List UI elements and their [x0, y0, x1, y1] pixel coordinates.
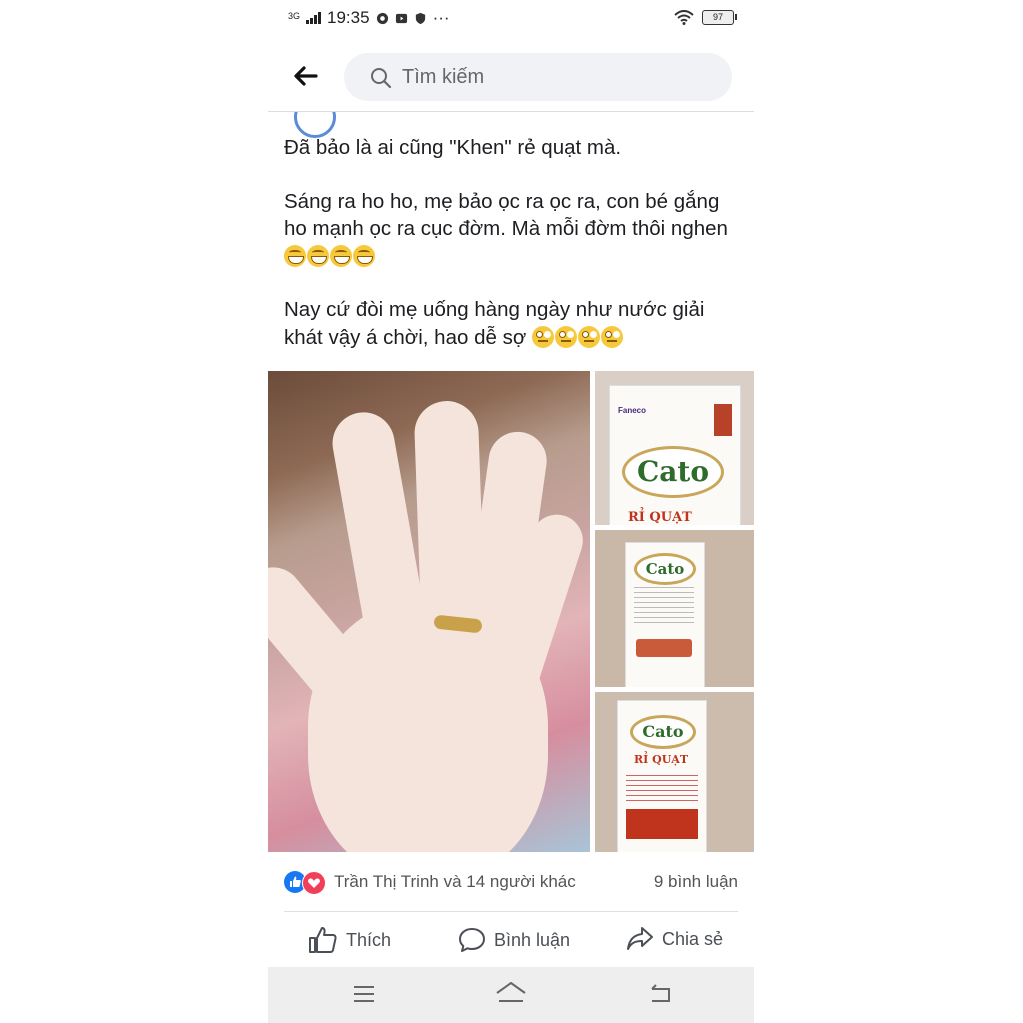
- home-icon[interactable]: [495, 981, 527, 1005]
- product-line: RỈ QUẠT: [634, 753, 689, 766]
- search-header: Tìm kiếm: [268, 45, 754, 112]
- brand-label: Faneco: [618, 406, 647, 415]
- label-red-band: [626, 809, 698, 839]
- youtube-icon: [395, 13, 407, 23]
- clock: 19:35: [327, 8, 370, 27]
- post-paragraph: Đã bảo là ai cũng "Khen" rẻ quạt mà.: [284, 136, 622, 159]
- back-nav-icon[interactable]: [648, 983, 672, 1005]
- post-body: Đã bảo là ai cũng "Khen" rẻ quạt mà. Sán…: [284, 134, 744, 377]
- label-text-lines: [634, 587, 694, 627]
- brand-logo: Cato: [630, 715, 696, 749]
- label-text-lines: [626, 775, 698, 803]
- post-photo-product-1[interactable]: Faneco Cato RỈ QUẠT: [595, 371, 754, 525]
- post-paragraph: Sáng ra ho ho, mẹ bảo ọc ra ọc ra, con b…: [284, 188, 744, 271]
- back-arrow-icon[interactable]: [290, 61, 320, 91]
- product-line: RỈ QUẠT: [628, 510, 692, 525]
- badge: [714, 404, 732, 436]
- share-button[interactable]: Chia sẻ: [626, 926, 723, 952]
- thumbs-up-icon: [309, 927, 337, 953]
- divider: [284, 911, 738, 912]
- status-bar: 3G 19:35 ··· 97: [268, 0, 754, 40]
- rolling-eyes-emoji-icon: [531, 325, 624, 349]
- shield-icon: [415, 12, 425, 24]
- wifi-icon: [674, 10, 694, 25]
- post-paragraph: Nay cứ đòi mẹ uống hàng ngày như nước gi…: [284, 298, 705, 349]
- grin-emoji-icon: [284, 244, 376, 268]
- comment-icon: [459, 928, 485, 952]
- comment-count[interactable]: 9 bình luận: [654, 872, 738, 892]
- vpn-icon: [376, 12, 388, 24]
- post-photo-hand[interactable]: [268, 371, 590, 852]
- reaction-summary[interactable]: Trần Thị Trinh và 14 người khác 9 bình l…: [284, 868, 738, 896]
- comment-label: Bình luận: [494, 929, 571, 950]
- more-notifications-icon: ···: [432, 8, 450, 27]
- search-bar[interactable]: Tìm kiếm: [344, 53, 732, 101]
- love-reaction-icon: [302, 871, 326, 895]
- comment-button[interactable]: Bình luận: [458, 926, 570, 954]
- like-label: Thích: [346, 929, 392, 950]
- search-placeholder: Tìm kiếm: [402, 66, 485, 88]
- post-actions: Thích Bình luận Chia sẻ: [268, 920, 754, 966]
- brand-logo: Cato: [622, 446, 724, 498]
- system-nav-bar: [268, 967, 754, 1023]
- network-type: 3G: [288, 10, 301, 21]
- like-button[interactable]: Thích: [308, 926, 391, 954]
- share-label: Chia sẻ: [662, 928, 724, 949]
- phone-screen: 3G 19:35 ··· 97 Tìm kiếm Đã bảo là ai cũ…: [268, 0, 754, 1023]
- brand-logo: Cato: [634, 553, 696, 585]
- post-photo-product-3[interactable]: Cato RỈ QUẠT: [595, 692, 754, 852]
- search-icon: [371, 68, 392, 89]
- menu-icon[interactable]: [352, 983, 376, 1005]
- post-photo-product-2[interactable]: Cato: [595, 530, 754, 687]
- share-arrow-icon: [627, 927, 653, 950]
- battery-icon: 97: [702, 10, 737, 25]
- instruction-icons: [636, 639, 692, 657]
- reaction-names[interactable]: Trần Thị Trinh và 14 người khác: [334, 872, 576, 892]
- signal-icon: [306, 12, 322, 24]
